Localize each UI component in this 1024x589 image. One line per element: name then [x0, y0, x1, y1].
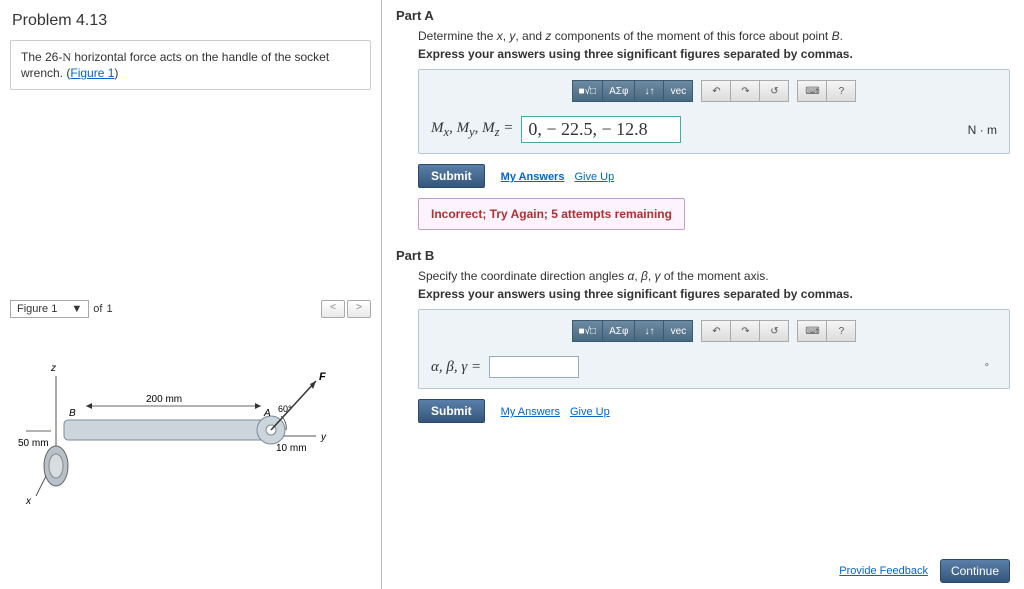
- part-b-desc: Specify the coordinate direction angles …: [418, 269, 1010, 283]
- reset-button[interactable]: ↺: [759, 320, 789, 342]
- desc-text: The 26-: [21, 50, 62, 64]
- keyboard-button[interactable]: ⌨: [797, 320, 827, 342]
- keyboard-button[interactable]: ⌨: [797, 80, 827, 102]
- problem-title: Problem 4.13: [12, 12, 371, 30]
- part-b-submit-button[interactable]: Submit: [418, 399, 485, 423]
- help-button[interactable]: ?: [826, 320, 856, 342]
- part-a-title: Part A: [396, 8, 1010, 23]
- axis-x-label: x: [25, 496, 32, 506]
- greek-button[interactable]: ΑΣφ: [602, 320, 635, 342]
- equation-toolbar-b: ■√□ ΑΣφ ↓↑ vec ↶ ↷ ↺ ⌨ ?: [431, 320, 997, 342]
- part-b-title: Part B: [396, 248, 1010, 263]
- redo-button[interactable]: ↷: [730, 320, 760, 342]
- equation-toolbar: ■√□ ΑΣφ ↓↑ vec ↶ ↷ ↺ ⌨ ?: [431, 80, 997, 102]
- subsup-button[interactable]: ↓↑: [634, 320, 664, 342]
- undo-button[interactable]: ↶: [701, 80, 731, 102]
- part-b-answer-input[interactable]: [489, 356, 579, 378]
- part-b-instruction: Express your answers using three signifi…: [418, 287, 1010, 301]
- part-a-unit: N · m: [968, 123, 997, 137]
- part-b-unit: °: [985, 362, 989, 374]
- redo-button[interactable]: ↷: [730, 80, 760, 102]
- undo-button[interactable]: ↶: [701, 320, 731, 342]
- part-a-instruction: Express your answers using three signifi…: [418, 47, 1010, 61]
- vec-button[interactable]: vec: [663, 320, 693, 342]
- templates-button[interactable]: ■√□: [572, 320, 604, 342]
- desc-end: ): [114, 66, 118, 80]
- figure-image: x z y F 60° B A 200 mm: [10, 336, 371, 509]
- figure-prev-button[interactable]: <: [321, 300, 345, 318]
- part-a-answer-frame: ■√□ ΑΣφ ↓↑ vec ↶ ↷ ↺ ⌨ ? Mx, My, Mz = 0,…: [418, 69, 1010, 154]
- dim-200mm: 200 mm: [146, 394, 182, 405]
- figure-total: 1: [106, 303, 112, 315]
- point-B-label: B: [69, 408, 76, 419]
- part-a-answer-label: Mx, My, Mz =: [431, 120, 513, 140]
- part-b-give-up-link[interactable]: Give Up: [570, 406, 610, 418]
- help-button[interactable]: ?: [826, 80, 856, 102]
- dim-10mm: 10 mm: [276, 443, 307, 454]
- greek-button[interactable]: ΑΣφ: [602, 80, 635, 102]
- figure-of-text: of: [93, 303, 102, 315]
- continue-button[interactable]: Continue: [940, 559, 1010, 583]
- axis-y-label: y: [320, 432, 327, 443]
- subsup-button[interactable]: ↓↑: [634, 80, 664, 102]
- angle-label: 60°: [278, 404, 292, 414]
- axis-z-label: z: [50, 363, 56, 374]
- chevron-down-icon: ▼: [71, 303, 82, 315]
- vec-button[interactable]: vec: [663, 80, 693, 102]
- part-a-feedback: Incorrect; Try Again; 5 attempts remaini…: [418, 198, 685, 230]
- figure-select-label: Figure 1: [17, 303, 57, 315]
- part-b-answer-label: α, β, γ =: [431, 359, 481, 376]
- force-F-label: F: [319, 371, 326, 383]
- part-a-answer-input[interactable]: 0, − 22.5, − 12.8: [521, 116, 681, 143]
- figure-selector[interactable]: Figure 1 ▼: [10, 300, 89, 318]
- reset-button[interactable]: ↺: [759, 80, 789, 102]
- dim-50mm: 50 mm: [18, 438, 49, 449]
- part-a-desc: Determine the x, y, and z components of …: [418, 29, 1010, 43]
- force-unit: N: [62, 50, 71, 64]
- part-b-answer-frame: ■√□ ΑΣφ ↓↑ vec ↶ ↷ ↺ ⌨ ? α, β, γ = °: [418, 309, 1010, 389]
- figure-link[interactable]: Figure 1: [70, 66, 114, 80]
- figure-next-button[interactable]: >: [347, 300, 371, 318]
- point-A-label: A: [263, 408, 271, 419]
- templates-button[interactable]: ■√□: [572, 80, 604, 102]
- part-a-give-up-link[interactable]: Give Up: [574, 171, 614, 183]
- problem-description: The 26-N horizontal force acts on the ha…: [10, 40, 371, 90]
- part-a-submit-button[interactable]: Submit: [418, 164, 485, 188]
- provide-feedback-link[interactable]: Provide Feedback: [839, 565, 928, 577]
- part-b-my-answers-link[interactable]: My Answers: [501, 406, 560, 418]
- part-a-my-answers-link[interactable]: My Answers: [501, 171, 565, 183]
